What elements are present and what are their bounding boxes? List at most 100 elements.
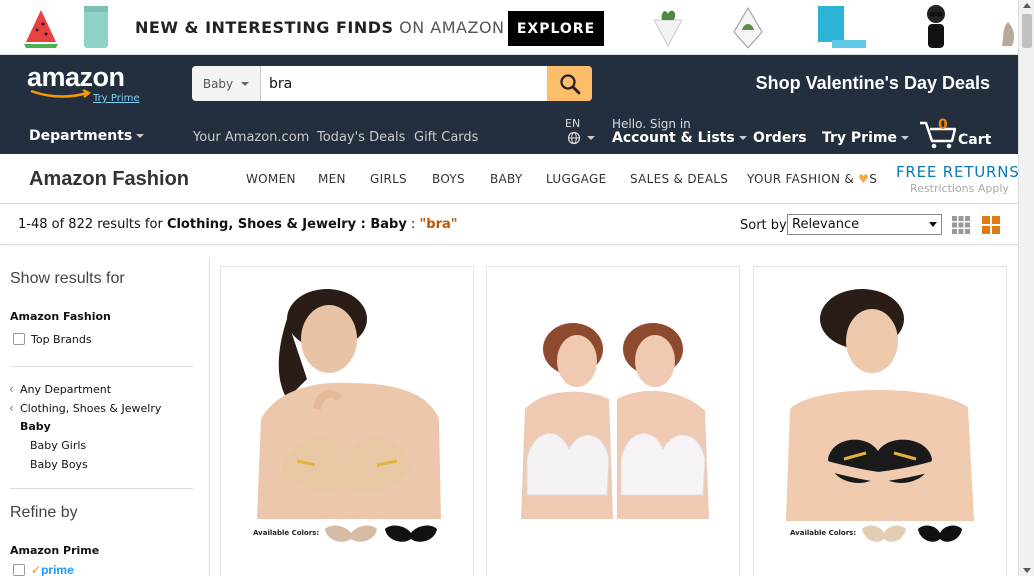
results-separator: : <box>406 217 420 232</box>
prime-logo-text: prime <box>41 563 74 576</box>
available-colors-label: Available Colors: <box>253 529 320 537</box>
fashion-tab-men[interactable]: MEN <box>318 172 346 186</box>
scroll-up-arrow-icon[interactable] <box>1023 3 1031 8</box>
sort-select[interactable]: Relevance <box>787 214 942 235</box>
product-image[interactable] <box>257 289 441 519</box>
nav-link-your-amazon[interactable]: Your Amazon.com <box>193 130 309 145</box>
terrarium-image <box>733 7 763 49</box>
black-swatch-icon <box>385 525 437 542</box>
your-fashion-label-pre: YOUR FASHION & <box>747 172 859 186</box>
cart-icon <box>920 121 956 149</box>
available-colors-label: Available Colors: <box>790 529 857 537</box>
fashion-subnav: Amazon Fashion WOMEN MEN GIRLS BOYS BABY… <box>0 154 1020 204</box>
sort-label: Sort by <box>740 218 787 233</box>
heart-icon: ♥ <box>858 172 870 186</box>
scrollbar-thumb[interactable] <box>1022 14 1032 48</box>
product-card[interactable] <box>486 266 740 576</box>
product-image[interactable] <box>513 319 717 519</box>
sidebar-divider <box>10 488 193 489</box>
fashion-tab-women[interactable]: WOMEN <box>246 172 296 186</box>
results-summary: 1-48 of 822 results for Clothing, Shoes … <box>18 217 458 232</box>
promo-banner[interactable]: NEW & INTERESTING FINDS ON AMAZON EXPLOR… <box>0 0 1018 55</box>
refine-by-heading: Refine by <box>10 504 78 521</box>
chevron-down-icon <box>929 222 937 227</box>
fashion-tab-luggage[interactable]: LUGGAGE <box>546 172 606 186</box>
color-swatches <box>862 525 962 542</box>
chevron-down-icon <box>136 134 145 138</box>
search-button[interactable] <box>547 66 592 101</box>
sidebar-divider <box>10 366 193 367</box>
show-results-heading: Show results for <box>10 270 125 287</box>
baby-current-category: Baby <box>20 420 51 433</box>
fashion-tab-boys[interactable]: BOYS <box>432 172 465 186</box>
amazon-prime-heading: Amazon Prime <box>10 544 100 557</box>
chevron-down-icon <box>738 136 747 140</box>
cart-button[interactable]: 0 Cart <box>918 117 998 151</box>
black-swatch-icon <box>918 525 962 542</box>
chevron-down-icon <box>241 81 250 86</box>
valentine-deals-link[interactable]: Shop Valentine's Day Deals <box>756 73 990 94</box>
logo-wordmark: amazon <box>27 62 125 92</box>
try-prime-link[interactable]: Try Prime <box>93 93 139 104</box>
planter-image <box>653 10 683 48</box>
smile-arrow-icon <box>30 89 92 98</box>
fashion-tab-girls[interactable]: GIRLS <box>370 172 407 186</box>
free-returns-link[interactable]: FREE RETURNS <box>896 163 1020 181</box>
nav-row-secondary: Departments Your Amazon.com Today's Deal… <box>0 115 1018 154</box>
prime-checkbox[interactable] <box>13 564 25 576</box>
tile-view-icon[interactable] <box>982 216 1000 234</box>
cart-count: 0 <box>938 117 948 133</box>
results-bar: 1-48 of 822 results for Clothing, Shoes … <box>0 204 1018 245</box>
nude-swatch-icon <box>862 525 906 542</box>
scroll-down-arrow-icon[interactable] <box>1023 568 1031 573</box>
watermelon-image <box>24 10 58 48</box>
search-department-label: Baby <box>202 76 234 91</box>
figurine-image <box>927 5 945 48</box>
orders-link[interactable]: Orders <box>753 130 807 146</box>
search-department-select[interactable]: Baby <box>192 66 261 101</box>
product-card[interactable]: Available Colors: <box>220 266 474 576</box>
amazon-fashion-title[interactable]: Amazon Fashion <box>29 168 189 191</box>
explore-button[interactable]: EXPLORE <box>508 11 604 46</box>
chevron-left-icon: ‹ <box>9 401 14 415</box>
try-prime-menu[interactable]: Try Prime <box>822 130 909 146</box>
product-image[interactable] <box>782 289 978 521</box>
promo-headline-bold: NEW & INTERESTING FINDS <box>135 18 394 37</box>
restrictions-note: Restrictions Apply <box>910 182 1009 195</box>
fashion-tab-sales-deals[interactable]: SALES & DEALS <box>630 172 728 186</box>
sort-select-value: Relevance <box>792 217 860 232</box>
departments-menu[interactable]: Departments <box>29 128 145 144</box>
results-query: "bra" <box>419 217 458 232</box>
nav-link-gift-cards[interactable]: Gift Cards <box>414 130 478 145</box>
clothing-link[interactable]: Clothing, Shoes & Jewelry <box>20 402 161 415</box>
baby-girls-link[interactable]: Baby Girls <box>30 439 86 452</box>
blue-gift-image <box>818 6 866 48</box>
search-input[interactable] <box>261 66 547 101</box>
page-scrollbar[interactable] <box>1018 0 1034 576</box>
any-department-link[interactable]: Any Department <box>20 383 111 396</box>
amazon-search-page: NEW & INTERESTING FINDS ON AMAZON EXPLOR… <box>0 0 1034 576</box>
nav-link-todays-deals[interactable]: Today's Deals <box>317 130 405 145</box>
language-label[interactable]: EN <box>565 117 580 130</box>
fashion-tab-baby[interactable]: BABY <box>490 172 523 186</box>
account-lists-menu[interactable]: Account & Lists <box>612 130 747 146</box>
globe-icon[interactable] <box>567 131 597 145</box>
results-count: 1-48 of 822 results for <box>18 217 167 232</box>
tumbler-image <box>84 6 108 48</box>
amazon-fashion-heading: Amazon Fashion <box>10 310 111 323</box>
fashion-tab-your-fashion[interactable]: YOUR FASHION & ♥S <box>747 172 877 186</box>
departments-label: Departments <box>29 128 133 144</box>
partial-product-image <box>1002 22 1015 46</box>
baby-boys-link[interactable]: Baby Boys <box>30 458 88 471</box>
signin-greeting[interactable]: Hello. Sign in <box>612 117 691 131</box>
top-brands-label[interactable]: Top Brands <box>31 333 92 346</box>
product-card[interactable]: Available Colors: <box>753 266 1007 576</box>
grid-view-icon[interactable] <box>952 216 970 234</box>
amazon-logo[interactable]: amazon Try Prime <box>27 62 139 104</box>
top-brands-checkbox[interactable] <box>13 333 25 345</box>
chevron-left-icon: ‹ <box>9 382 14 396</box>
prime-logo[interactable]: ✓prime <box>31 563 74 576</box>
checkmark-icon: ✓ <box>31 563 42 576</box>
promo-headline-light: ON AMAZON <box>393 18 505 37</box>
account-lists-label: Account & Lists <box>612 130 735 146</box>
